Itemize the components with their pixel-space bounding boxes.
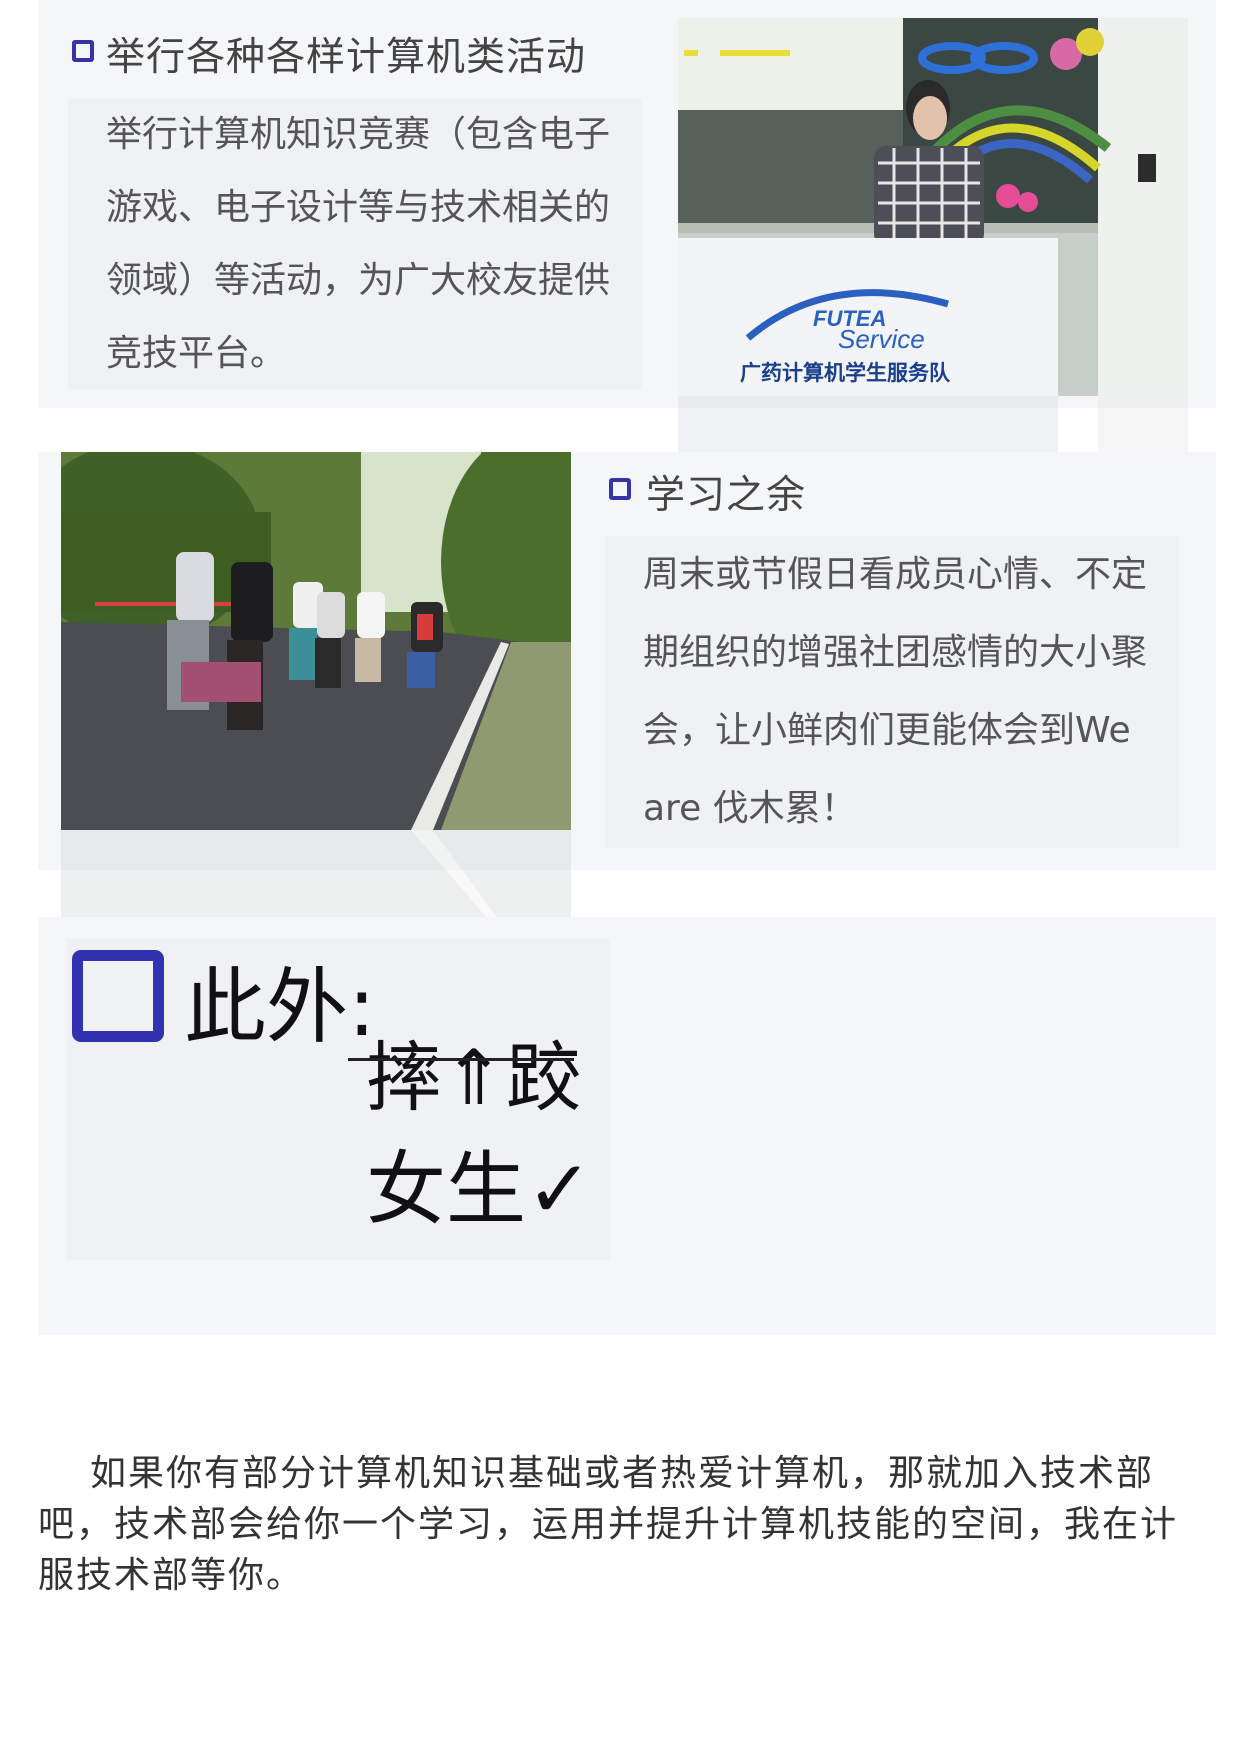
answer-text: 女生✓ [366,1143,594,1236]
checkbox-icon [72,950,164,1042]
banner-line3: 广药计算机学生服务队 [740,361,951,385]
leisure-body: 周末或节假日看成员心情、不定期组织的增强社团感情的大小聚会，让小鲜肉们更能体会到… [605,536,1179,848]
leisure-heading: 学习之余 [646,473,807,518]
outro-paragraph: 如果你有部分计算机知识基础或者热爱计算机，那就加入技术部吧，技术部会给你一个学习… [38,1453,1179,1596]
strikethrough-line [348,1058,574,1061]
group-walk-photo [61,452,571,830]
extra-heading: 此外: [184,960,376,1055]
crossed-out-text: 摔⇑跤 [366,1033,582,1122]
banner-line2: Service [838,324,925,354]
lecture-photo: FUTEA Service 广药计算机学生服务队 [678,18,1188,396]
activities-heading: 举行各种各样计算机类活动 [106,35,587,80]
activities-body: 举行计算机知识竞赛（包含电子游戏、电子设计等与技术相关的领域）等活动，为广大校友… [68,98,642,390]
checkbox-icon [72,40,94,62]
lecture-photo-reflection [678,396,1188,458]
checkbox-icon [609,478,631,500]
